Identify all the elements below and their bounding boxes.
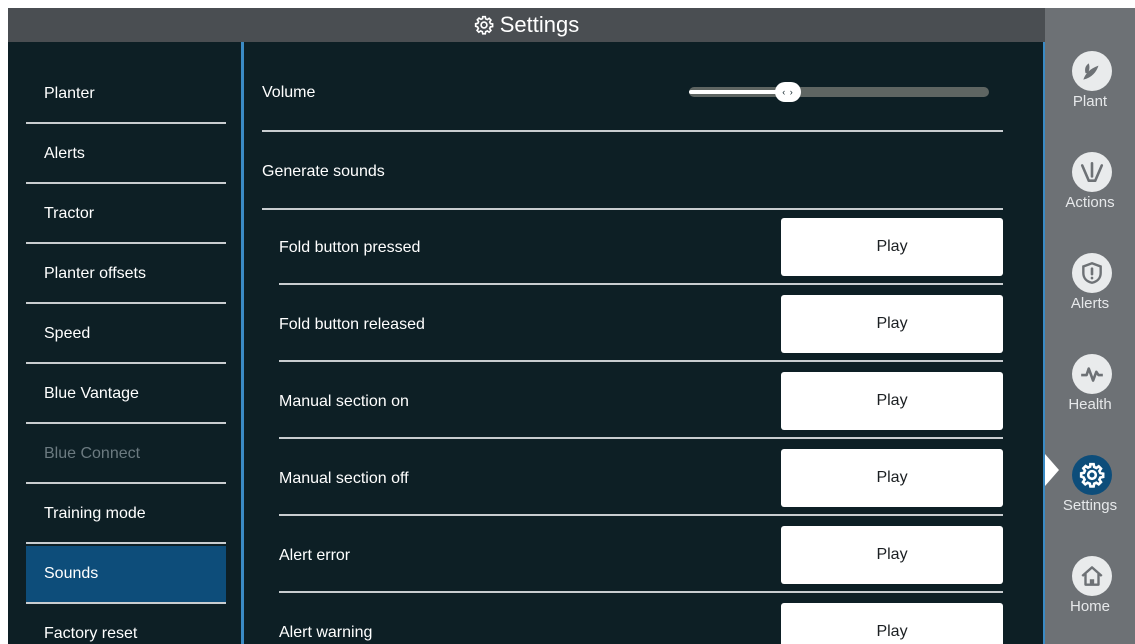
divider [279, 514, 1003, 516]
title-bar: Settings [8, 8, 1045, 42]
play-button-manual-section-off[interactable]: Play [781, 449, 1003, 507]
actions-icon [1072, 152, 1112, 192]
menu-item-blue-vantage[interactable]: Blue Vantage [26, 366, 226, 424]
volume-slider[interactable]: ‹ › [689, 82, 989, 102]
menu-item-planter[interactable]: Planter [26, 66, 226, 124]
nav-alerts[interactable]: Alerts [1045, 243, 1135, 333]
menu-item-training-mode[interactable]: Training mode [26, 486, 226, 544]
divider [279, 437, 1003, 439]
menu-item-planter-offsets[interactable]: Planter offsets [26, 246, 226, 304]
sound-label-manual-section-on: Manual section on [279, 393, 409, 410]
menu-item-alerts[interactable]: Alerts [26, 126, 226, 184]
main-nav: Plant Actions Alerts Health Settings Hom… [1045, 8, 1135, 644]
nav-plant[interactable]: Plant [1045, 41, 1135, 131]
nav-home[interactable]: Home [1045, 546, 1135, 636]
plant-icon [1072, 51, 1112, 91]
nav-label-health: Health [1068, 396, 1112, 413]
sound-label-manual-section-off: Manual section off [279, 470, 409, 487]
menu-item-sounds[interactable]: Sounds [26, 546, 226, 604]
sounds-panel: Volume ‹ › Generate sounds Fold button p… [244, 42, 1045, 644]
play-button-fold-pressed[interactable]: Play [781, 218, 1003, 276]
sound-label-alert-error: Alert error [279, 547, 351, 564]
nav-actions[interactable]: Actions [1045, 142, 1135, 232]
gear-icon [474, 15, 494, 35]
alert-shield-icon [1072, 253, 1112, 293]
generate-sounds-label: Generate sounds [262, 163, 385, 180]
gear-icon [1072, 455, 1112, 495]
nav-label-settings: Settings [1062, 497, 1118, 514]
volume-slider-fill [689, 90, 788, 94]
nav-settings[interactable]: Settings [1045, 445, 1135, 535]
menu-item-blue-connect: Blue Connect [26, 426, 226, 484]
sound-label-fold-released: Fold button released [279, 316, 425, 333]
divider [279, 591, 1003, 593]
menu-item-factory-reset[interactable]: Factory reset [26, 606, 226, 644]
divider [279, 360, 1003, 362]
home-icon [1072, 556, 1112, 596]
sound-label-alert-warning: Alert warning [279, 624, 373, 641]
nav-label-plant: Plant [1072, 93, 1108, 110]
health-pulse-icon [1072, 354, 1112, 394]
page-title: Settings [499, 12, 580, 37]
sound-label-fold-pressed: Fold button pressed [279, 239, 421, 256]
nav-health[interactable]: Health [1045, 344, 1135, 434]
divider [262, 130, 1003, 132]
volume-slider-thumb[interactable]: ‹ › [775, 82, 801, 102]
play-button-fold-released[interactable]: Play [781, 295, 1003, 353]
play-button-alert-error[interactable]: Play [781, 526, 1003, 584]
menu-item-tractor[interactable]: Tractor [26, 186, 226, 244]
nav-label-actions: Actions [1065, 194, 1115, 211]
nav-label-home: Home [1069, 598, 1110, 615]
settings-screen: Settings Planter Alerts Tractor Planter … [8, 8, 1135, 644]
divider [279, 283, 1003, 285]
divider [262, 208, 1003, 210]
play-button-manual-section-on[interactable]: Play [781, 372, 1003, 430]
volume-label: Volume [262, 84, 316, 101]
play-button-alert-warning[interactable]: Play [781, 603, 1003, 644]
settings-menu: Planter Alerts Tractor Planter offsets S… [8, 42, 241, 644]
menu-item-speed[interactable]: Speed [26, 306, 226, 364]
nav-label-alerts: Alerts [1070, 295, 1110, 312]
